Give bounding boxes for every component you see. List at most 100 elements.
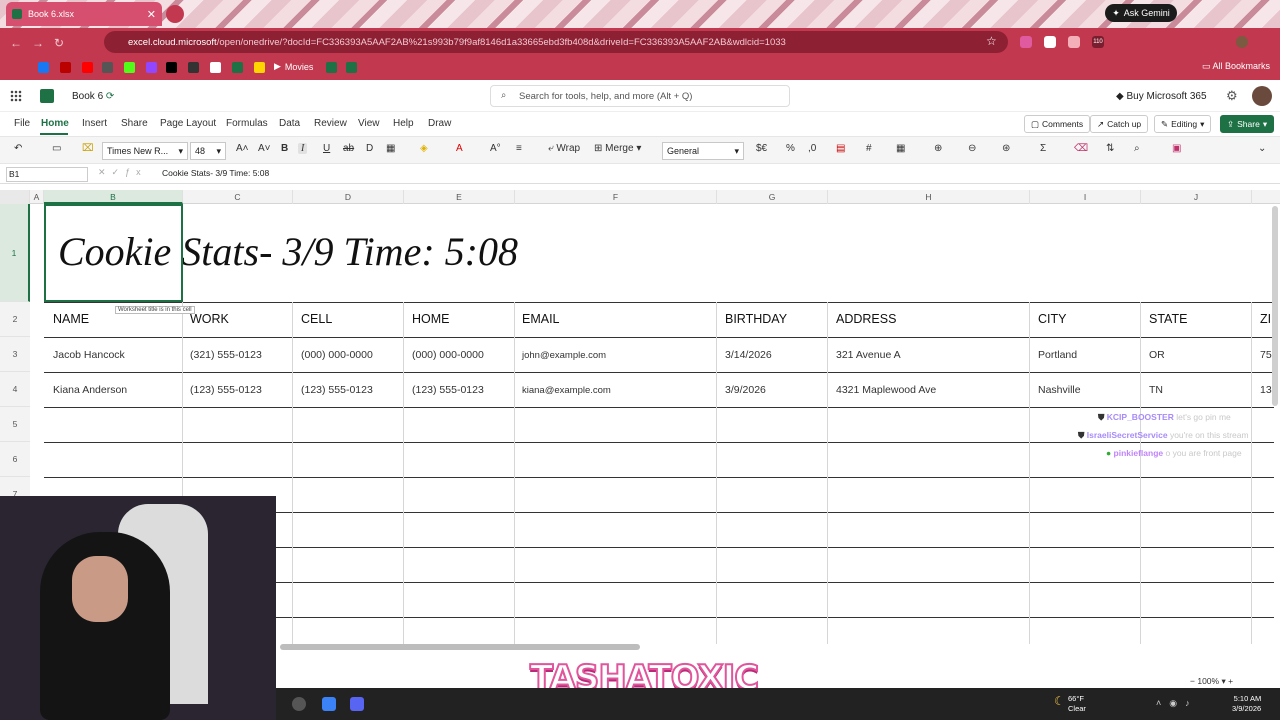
autosum-icon[interactable]: Σ [1040,143,1046,154]
kick-bookmark-icon[interactable] [124,62,135,73]
search-input[interactable]: ⌕ Search for tools, help, and more (Alt … [490,85,790,107]
zoom-in-icon[interactable]: + [1228,676,1233,686]
gear-icon[interactable]: ⚙ [1226,88,1238,104]
extension-icon[interactable] [1020,36,1032,48]
header-cell[interactable]: EMAIL [522,312,560,326]
decrease-font-icon[interactable]: A˅ [258,143,271,154]
increase-font-icon[interactable]: A˄ [236,143,249,154]
weather-widget[interactable]: ☾ 66°F Clear [1054,694,1086,714]
cell-styles-icon[interactable]: ▦ [896,143,905,154]
new-tab-button[interactable] [166,5,184,23]
app-launcher-icon[interactable] [10,90,22,102]
browser-tab[interactable]: Book 6.xlsx ✕ [6,2,162,26]
catch-up-button[interactable]: ↗ Catch up [1090,115,1149,133]
column-header[interactable]: B [44,190,183,204]
twitch-bookmark-icon[interactable] [146,62,157,73]
ask-gemini-button[interactable]: ✦ Ask Gemini [1105,4,1177,22]
table-cell[interactable]: 13 [1260,384,1272,396]
table-cell[interactable]: 75 [1260,349,1272,361]
obs-icon[interactable] [292,697,306,711]
find-icon[interactable]: ⌕ [1134,143,1140,154]
tab-data[interactable]: Data [279,118,300,129]
row-header[interactable]: 2 [0,302,30,337]
currency-icon[interactable]: $€ [756,143,767,154]
bookmark-star-icon[interactable]: ☆ [986,34,997,48]
extension-icon[interactable] [1044,36,1056,48]
tab-help[interactable]: Help [393,118,414,129]
font-name-select[interactable]: Times New R... ▾ [102,142,188,160]
table-cell[interactable]: TN [1149,384,1163,396]
header-cell[interactable]: CELL [301,312,332,326]
bookmark-movies[interactable]: ▶ Movies [274,61,313,72]
comma-style-icon[interactable]: ,0 [808,143,816,154]
format-cells-icon[interactable]: ⊛ [1002,143,1010,154]
table-cell[interactable]: 321 Avenue A [836,349,901,361]
format-painter-icon[interactable]: ⌧ [82,143,94,154]
double-underline-icon[interactable]: D [366,143,373,154]
delete-cells-icon[interactable]: ⊖ [968,143,976,154]
bookmark-icon[interactable] [210,62,221,73]
name-box[interactable]: B1 [6,167,88,182]
column-header[interactable]: C [183,190,293,204]
facebook-bookmark-icon[interactable] [38,62,49,73]
font-color-icon[interactable]: A [456,143,463,154]
tab-page-layout[interactable]: Page Layout [160,118,216,129]
share-button[interactable]: ⇪ Share ▾ [1220,115,1275,133]
formula-input[interactable]: Cookie Stats- 3/9 Time: 5:08 [162,168,269,178]
header-cell[interactable]: NAME [53,312,89,326]
table-cell[interactable]: 3/14/2026 [725,349,772,361]
x-bookmark-icon[interactable] [166,62,177,73]
editing-mode-button[interactable]: ✎ Editing ▾ [1154,115,1212,133]
column-header[interactable]: F [515,190,717,204]
borders-icon[interactable]: ▦ [386,143,395,154]
column-header[interactable]: E [404,190,515,204]
text-effects-icon[interactable]: A° [490,143,501,154]
vertical-scrollbar[interactable] [1272,206,1278,406]
header-cell[interactable]: STATE [1149,312,1187,326]
fill-color-icon[interactable]: ◈ [420,143,428,154]
number-format-select[interactable]: General ▾ [662,142,744,160]
tab-home[interactable]: Home [41,118,69,129]
header-cell[interactable]: ZI [1260,312,1271,326]
table-cell[interactable]: Jacob Hancock [53,349,125,361]
nav-buttons[interactable]: ←→↻ [10,36,74,50]
extension-icon[interactable] [1068,36,1080,48]
zoom-control[interactable]: − 100% ▾ + [1190,676,1233,687]
table-cell[interactable]: (000) 000-0000 [412,349,484,361]
tab-insert[interactable]: Insert [82,118,107,129]
table-cell[interactable]: Portland [1038,349,1077,361]
conditional-format-icon[interactable]: ▤ [836,143,845,154]
horizontal-scrollbar[interactable] [280,644,640,650]
undo-icon[interactable]: ↶ [14,143,22,154]
header-cell[interactable]: HOME [412,312,450,326]
bookmark-icon[interactable] [346,62,357,73]
sort-filter-icon[interactable]: ⇅ [1106,143,1114,154]
column-header[interactable]: A [30,190,44,204]
row-header[interactable]: 1 [0,204,30,302]
header-cell[interactable]: ADDRESS [836,312,896,326]
extension-badge-icon[interactable]: 110 [1092,36,1104,48]
bookmark-icon[interactable] [188,62,199,73]
clock[interactable]: 5:10 AM 3/9/2026 [1232,694,1261,714]
column-header[interactable]: G [717,190,828,204]
column-header[interactable]: I [1030,190,1141,204]
italic-button[interactable]: I [298,143,308,154]
percent-icon[interactable]: % [786,143,795,154]
notepad-icon[interactable] [322,697,336,711]
paste-icon[interactable]: ▭ [52,143,61,154]
table-cell[interactable]: 3/9/2026 [725,384,766,396]
comments-button[interactable]: ▢ Comments [1024,115,1091,133]
clear-icon[interactable]: ⌫ [1074,143,1088,154]
column-header[interactable]: J [1141,190,1252,204]
row-header[interactable]: 4 [0,372,30,407]
table-cell[interactable]: Nashville [1038,384,1081,396]
formula-actions[interactable]: ✕✓ƒx [98,167,147,178]
column-header[interactable]: H [828,190,1030,204]
bookmark-icon[interactable] [60,62,71,73]
merge-button[interactable]: ⊞ Merge ▾ [594,143,641,154]
tab-review[interactable]: Review [314,118,347,129]
discord-icon[interactable] [350,697,364,711]
header-cell[interactable]: WORK [190,312,229,326]
zoom-out-icon[interactable]: − [1190,676,1195,686]
bookmark-icon[interactable] [254,62,265,73]
